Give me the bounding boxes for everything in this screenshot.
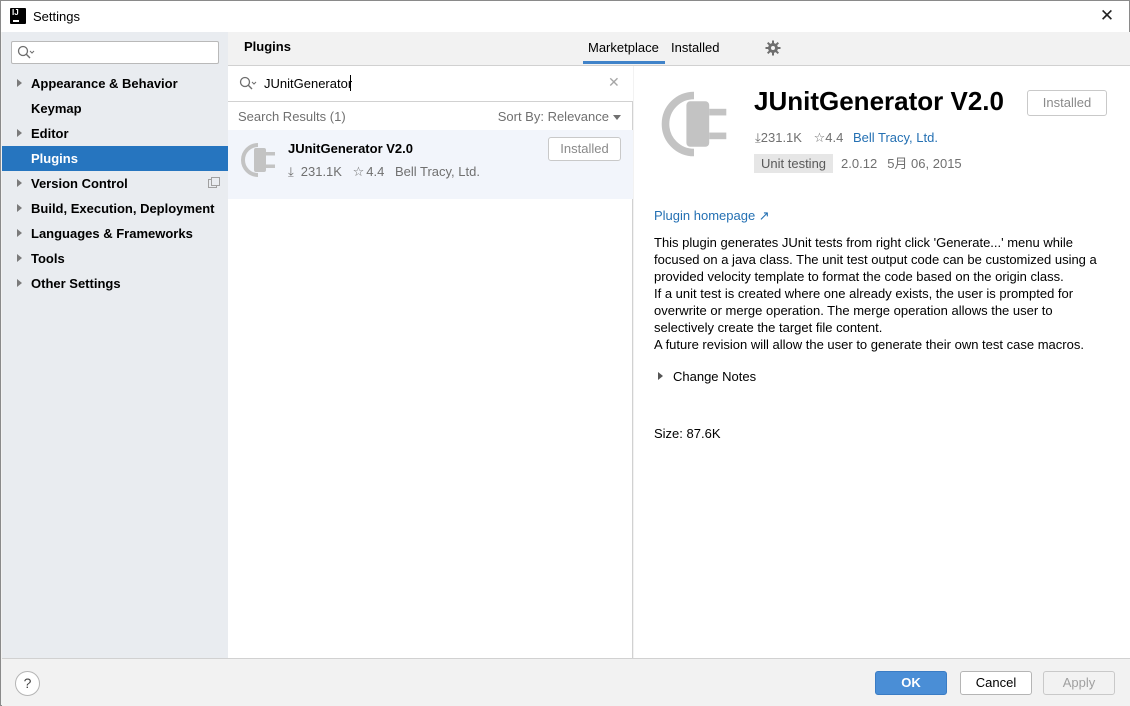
text-caret [350,75,351,91]
search-icon [17,45,35,59]
sidebar-item-appearance-behavior[interactable]: Appearance & Behavior [2,71,228,96]
settings-window: IJ Settings ✕ Appearance & Behavior Keyma… [0,0,1130,706]
chevron-right-icon[interactable] [17,129,22,137]
vendor-link[interactable]: Bell Tracy, Ltd. [853,130,938,145]
sidebar-item-other-settings[interactable]: Other Settings [2,271,228,296]
results-bar: Search Results (1) Sort By: Relevance [228,102,633,130]
plugin-version: 2.0.12 [841,156,878,171]
plugins-header: Plugins Marketplace Installed [228,32,1130,66]
sidebar-item-label: Appearance & Behavior [31,76,178,91]
sidebar-item-editor[interactable]: Editor [2,121,228,146]
chevron-right-icon[interactable] [17,229,22,237]
plugin-list-panel: JUnitGenerator ✕ Search Results (1) Sort… [228,66,633,658]
clear-search-icon[interactable]: ✕ [608,74,620,91]
intellij-logo-icon: IJ [10,8,26,24]
plugin-detail-panel: JUnitGenerator V2.0 Installed ⤓231.1K ☆4… [634,66,1130,658]
description-paragraph: A future revision will allow the user to… [654,337,1084,352]
star-icon: ☆ [813,130,826,145]
chevron-right-icon[interactable] [17,79,22,87]
detail-plugin-name: JUnitGenerator V2.0 [754,86,1004,116]
sidebar-item-tools[interactable]: Tools [2,246,228,271]
tab-marketplace[interactable]: Marketplace [588,40,659,55]
plugin-homepage-link[interactable]: Plugin homepage ↗ [654,208,770,224]
chevron-right-icon[interactable] [17,204,22,212]
sidebar-item-label: Languages & Frameworks [31,226,193,241]
sidebar-item-keymap[interactable]: Keymap [2,96,228,121]
change-notes-toggle[interactable]: Change Notes [658,369,756,384]
sidebar-search-input[interactable] [11,41,219,64]
sidebar-item-label: Keymap [31,101,82,116]
sidebar-item-label: Editor [31,126,69,141]
plugin-icon [661,91,727,157]
plugin-vendor: Bell Tracy, Ltd. [394,164,480,179]
sidebar-item-label: Version Control [31,176,128,191]
detail-stats: ⤓231.1K ☆4.4 Bell Tracy, Ltd. [755,130,938,146]
settings-sidebar: Appearance & Behavior Keymap Editor Plugins… [2,32,228,658]
plugin-name: JUnitGenerator V2.0 [288,141,413,156]
sort-by-label: Sort By: Relevance [497,109,609,124]
detail-downloads: 231.1K [760,130,802,145]
plugin-downloads: 231.1K [300,164,342,179]
installed-button[interactable]: Installed [548,137,621,161]
window-title: Settings [33,9,80,24]
sidebar-item-label: Tools [31,251,65,266]
close-icon[interactable]: ✕ [1097,6,1117,26]
plugin-search-input[interactable]: JUnitGenerator ✕ [228,66,633,102]
category-tag[interactable]: Unit testing [754,154,834,173]
copy-icon [208,177,220,188]
sidebar-item-build-execution-deployment[interactable]: Build, Execution, Deployment [2,196,228,221]
apply-button[interactable]: Apply [1043,671,1115,695]
sidebar-item-label: Build, Execution, Deployment [31,201,215,216]
page-title: Plugins [244,39,291,54]
download-icon: ⤓ [288,164,294,179]
download-icon: ⤓ [755,130,761,145]
description-paragraph: If a unit test is created where one alre… [654,286,1074,335]
plugin-size: Size: 87.6K [654,426,721,441]
sidebar-item-label: Other Settings [31,276,121,291]
logo-text: IJ [12,8,19,17]
help-button[interactable]: ? [15,671,40,696]
plugin-date: 5月 06, 2015 [887,156,962,171]
star-icon: ☆ [352,164,365,179]
chevron-right-icon[interactable] [17,179,22,187]
chevron-down-icon [613,115,621,121]
chevron-right-icon[interactable] [17,279,22,287]
plugin-list-item[interactable]: JUnitGenerator V2.0 ⤓ 231.1K ☆ 4.4 Bell Tr… [228,130,633,199]
ok-button[interactable]: OK [875,671,947,695]
plugin-icon [241,143,275,177]
detail-tagline: Unit testing 2.0.12 5月 06, 2015 [754,153,962,173]
search-value: JUnitGenerator [264,76,353,91]
results-count: Search Results (1) [238,109,346,124]
gear-icon[interactable] [765,40,781,56]
search-icon [239,76,257,90]
cancel-button[interactable]: Cancel [960,671,1032,695]
description-paragraph: This plugin generates JUnit tests from r… [654,235,1097,284]
tab-installed[interactable]: Installed [671,40,719,55]
chevron-right-icon [658,372,663,380]
title-bar: IJ Settings ✕ [1,1,1129,32]
detail-installed-button[interactable]: Installed [1027,90,1107,116]
sidebar-item-languages-frameworks[interactable]: Languages & Frameworks [2,221,228,246]
sort-by-dropdown[interactable]: Sort By: Relevance [498,109,621,124]
settings-nav: Appearance & Behavior Keymap Editor Plugins… [2,71,228,296]
plugin-rating: 4.4 [366,164,385,179]
chevron-right-icon[interactable] [17,254,22,262]
dialog-footer: ? OK Cancel Apply [2,658,1130,706]
change-notes-label: Change Notes [673,369,757,384]
sidebar-item-label: Plugins [31,151,78,166]
plugin-description: This plugin generates JUnit tests from r… [654,234,1114,353]
detail-rating: 4.4 [825,130,844,145]
sidebar-item-version-control[interactable]: Version Control [2,171,228,196]
sidebar-item-plugins[interactable]: Plugins [2,146,228,171]
selected-tab-indicator [583,61,665,64]
plugin-meta: ⤓ 231.1K ☆ 4.4 Bell Tracy, Ltd. [288,164,487,180]
